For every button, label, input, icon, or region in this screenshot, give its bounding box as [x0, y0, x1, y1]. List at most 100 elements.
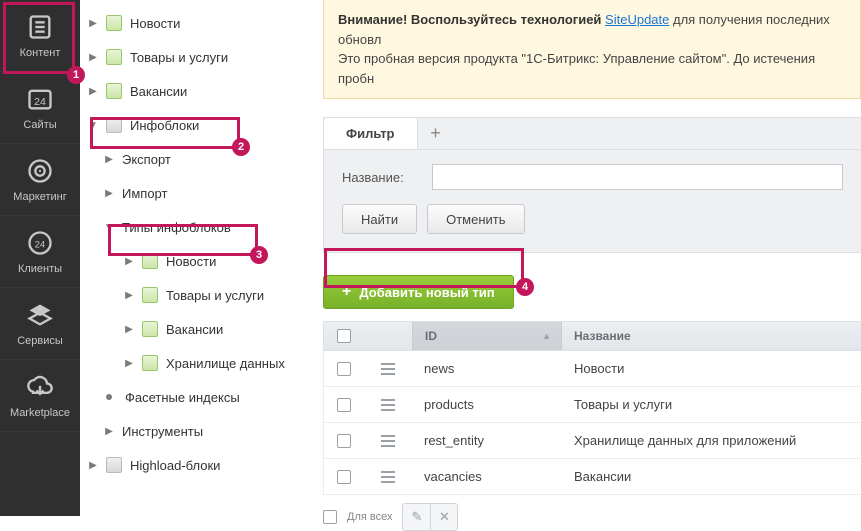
- row-checkbox[interactable]: [337, 362, 351, 376]
- chevron-right-icon: ▶: [102, 152, 116, 166]
- types-table: ID ▲ Название newsНовостиproductsТовары и…: [323, 321, 861, 495]
- chevron-right-icon: ▶: [122, 254, 136, 268]
- row-checkbox[interactable]: [337, 434, 351, 448]
- rail-label: Сайты: [23, 119, 56, 131]
- gear-icon: [106, 457, 122, 473]
- row-id: vacancies: [412, 469, 562, 484]
- warning-banner: Внимание! Воспользуйтесь технологией Sit…: [323, 0, 861, 99]
- tree-item-news[interactable]: ▶Новости: [80, 6, 315, 40]
- highlight-badge-2: 2: [232, 138, 250, 156]
- tree-item-vacancies[interactable]: ▶Вакансии: [80, 74, 315, 108]
- row-id: products: [412, 397, 562, 412]
- highlight-badge-4: 4: [516, 278, 534, 296]
- gear-icon: [106, 117, 122, 133]
- sort-asc-icon: ▲: [542, 331, 551, 341]
- rail-label: Клиенты: [18, 263, 62, 275]
- siteupdate-link[interactable]: SiteUpdate: [605, 12, 669, 27]
- doc-icon: [142, 321, 158, 337]
- add-type-label: Добавить новый тип: [359, 285, 494, 300]
- chevron-right-icon: ▶: [86, 16, 100, 30]
- add-filter-tab-button[interactable]: +: [418, 118, 454, 149]
- rail-item-services[interactable]: Сервисы: [0, 288, 80, 360]
- table-row[interactable]: vacanciesВакансии: [323, 459, 861, 495]
- doc-icon: [142, 253, 158, 269]
- cancel-button[interactable]: Отменить: [427, 204, 524, 234]
- tree-item-type-goods[interactable]: ▶Товары и услуги: [80, 278, 315, 312]
- cloud-download-icon: [26, 373, 54, 401]
- tree-item-facet[interactable]: Фасетные индексы: [80, 380, 315, 414]
- clock-icon: 24: [26, 229, 54, 257]
- doc-icon: [142, 355, 158, 371]
- rail-label: Контент: [20, 47, 61, 59]
- tree-label: Товары и услуги: [130, 50, 228, 65]
- col-id-label: ID: [425, 329, 437, 343]
- svg-text:24: 24: [34, 95, 46, 107]
- chevron-down-icon: ▼: [102, 220, 116, 234]
- layers-icon: [26, 301, 54, 329]
- add-type-button[interactable]: +Добавить новый тип: [323, 275, 514, 309]
- table-row[interactable]: rest_entityХранилище данных для приложен…: [323, 423, 861, 459]
- row-name: Хранилище данных для приложений: [562, 433, 861, 448]
- edit-button[interactable]: ✎: [402, 503, 430, 531]
- rail-label: Маркетинг: [13, 191, 66, 203]
- tree-label: Инфоблоки: [130, 118, 199, 133]
- table-row[interactable]: newsНовости: [323, 351, 861, 387]
- row-menu-icon[interactable]: [381, 399, 395, 411]
- calendar-icon: 24: [26, 85, 54, 113]
- tree-label: Товары и услуги: [166, 288, 264, 303]
- tree-item-goods[interactable]: ▶ Товары и услуги: [80, 40, 315, 74]
- filter-tab[interactable]: Фильтр: [323, 117, 418, 149]
- chevron-right-icon: ▶: [86, 84, 100, 98]
- chevron-right-icon: ▶: [122, 322, 136, 336]
- tree-label: Хранилище данных: [166, 356, 285, 371]
- col-header-name[interactable]: Название: [562, 329, 861, 343]
- svg-text:24: 24: [35, 239, 45, 249]
- for-all-checkbox[interactable]: [323, 510, 337, 524]
- tree-item-highload[interactable]: ▶ Highload-блоки: [80, 448, 315, 482]
- rail-item-content[interactable]: Контент: [0, 0, 80, 72]
- row-checkbox[interactable]: [337, 398, 351, 412]
- row-menu-icon[interactable]: [381, 363, 395, 375]
- table-footer: Для всех ✎ ✕: [323, 503, 861, 531]
- table-row[interactable]: productsТовары и услуги: [323, 387, 861, 423]
- find-button[interactable]: Найти: [342, 204, 417, 234]
- tree-item-type-news[interactable]: ▶Новости: [80, 244, 315, 278]
- tree-item-type-vacancies[interactable]: ▶ Вакансии: [80, 312, 315, 346]
- tree-label: Вакансии: [166, 322, 223, 337]
- tree-label: Типы инфоблоков: [122, 220, 231, 235]
- tree-item-type-storage[interactable]: ▶Хранилище данных: [80, 346, 315, 380]
- rail-label: Marketplace: [10, 407, 70, 419]
- delete-button[interactable]: ✕: [430, 503, 458, 531]
- filter-panel: Фильтр + Название: Найти Отменить: [323, 117, 861, 253]
- tree-item-import[interactable]: ▶Импорт: [80, 176, 315, 210]
- tree-item-export[interactable]: ▶Экспорт: [80, 142, 315, 176]
- row-name: Новости: [562, 361, 861, 376]
- tree-item-tools[interactable]: ▶Инструменты: [80, 414, 315, 448]
- rail-label: Сервисы: [17, 335, 63, 347]
- rail-item-clients[interactable]: 24 Клиенты: [0, 216, 80, 288]
- rail-item-marketing[interactable]: Маркетинг: [0, 144, 80, 216]
- chevron-right-icon: ▶: [86, 458, 100, 472]
- for-all-label: Для всех: [347, 511, 392, 523]
- filter-name-input[interactable]: [432, 164, 843, 190]
- tree-label: Импорт: [122, 186, 167, 201]
- rail-item-sites[interactable]: 24 Сайты: [0, 72, 80, 144]
- table-header: ID ▲ Название: [323, 321, 861, 351]
- row-menu-icon[interactable]: [381, 471, 395, 483]
- main-area: Внимание! Воспользуйтесь технологией Sit…: [315, 0, 861, 516]
- row-menu-icon[interactable]: [381, 435, 395, 447]
- warn-text: Это пробная версия продукта "1С-Битрикс:…: [338, 49, 846, 88]
- select-all-checkbox[interactable]: [337, 329, 351, 343]
- tree-label: Highload-блоки: [130, 458, 220, 473]
- tree-item-types[interactable]: ▼ Типы инфоблоков: [80, 210, 315, 244]
- row-id: rest_entity: [412, 433, 562, 448]
- tree-label: Фасетные индексы: [125, 390, 240, 405]
- target-icon: [26, 157, 54, 185]
- filter-name-label: Название:: [342, 170, 432, 185]
- tree-item-iblocks[interactable]: ▼Инфоблоки: [80, 108, 315, 142]
- warn-text: Внимание! Воспользуйтесь технологией: [338, 12, 605, 27]
- col-header-id[interactable]: ID ▲: [412, 322, 562, 350]
- rail-item-marketplace[interactable]: Marketplace: [0, 360, 80, 432]
- chevron-right-icon: ▶: [86, 50, 100, 64]
- row-checkbox[interactable]: [337, 470, 351, 484]
